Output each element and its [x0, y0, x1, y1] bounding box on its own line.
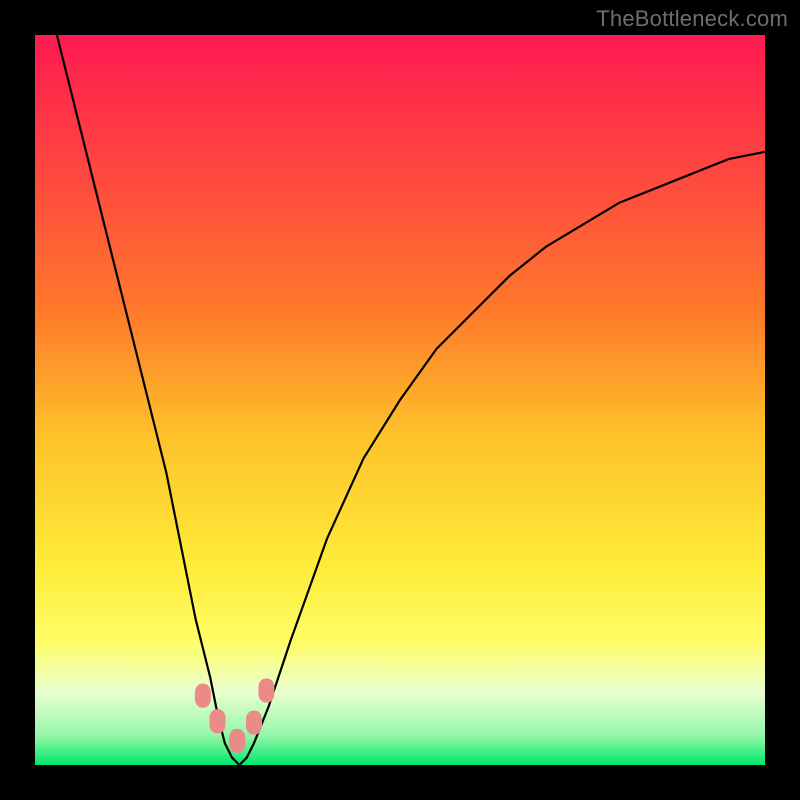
marker-left-lower: [210, 709, 226, 733]
watermark-text: TheBottleneck.com: [596, 6, 788, 32]
chart-frame: TheBottleneck.com: [0, 0, 800, 800]
marker-right-upper: [258, 679, 274, 703]
marker-bottom: [229, 729, 245, 753]
curve-layer: [35, 35, 765, 765]
marker-right-lower: [246, 711, 262, 735]
marker-left-upper: [195, 684, 211, 708]
bottleneck-curve: [57, 35, 765, 765]
plot-area: [35, 35, 765, 765]
